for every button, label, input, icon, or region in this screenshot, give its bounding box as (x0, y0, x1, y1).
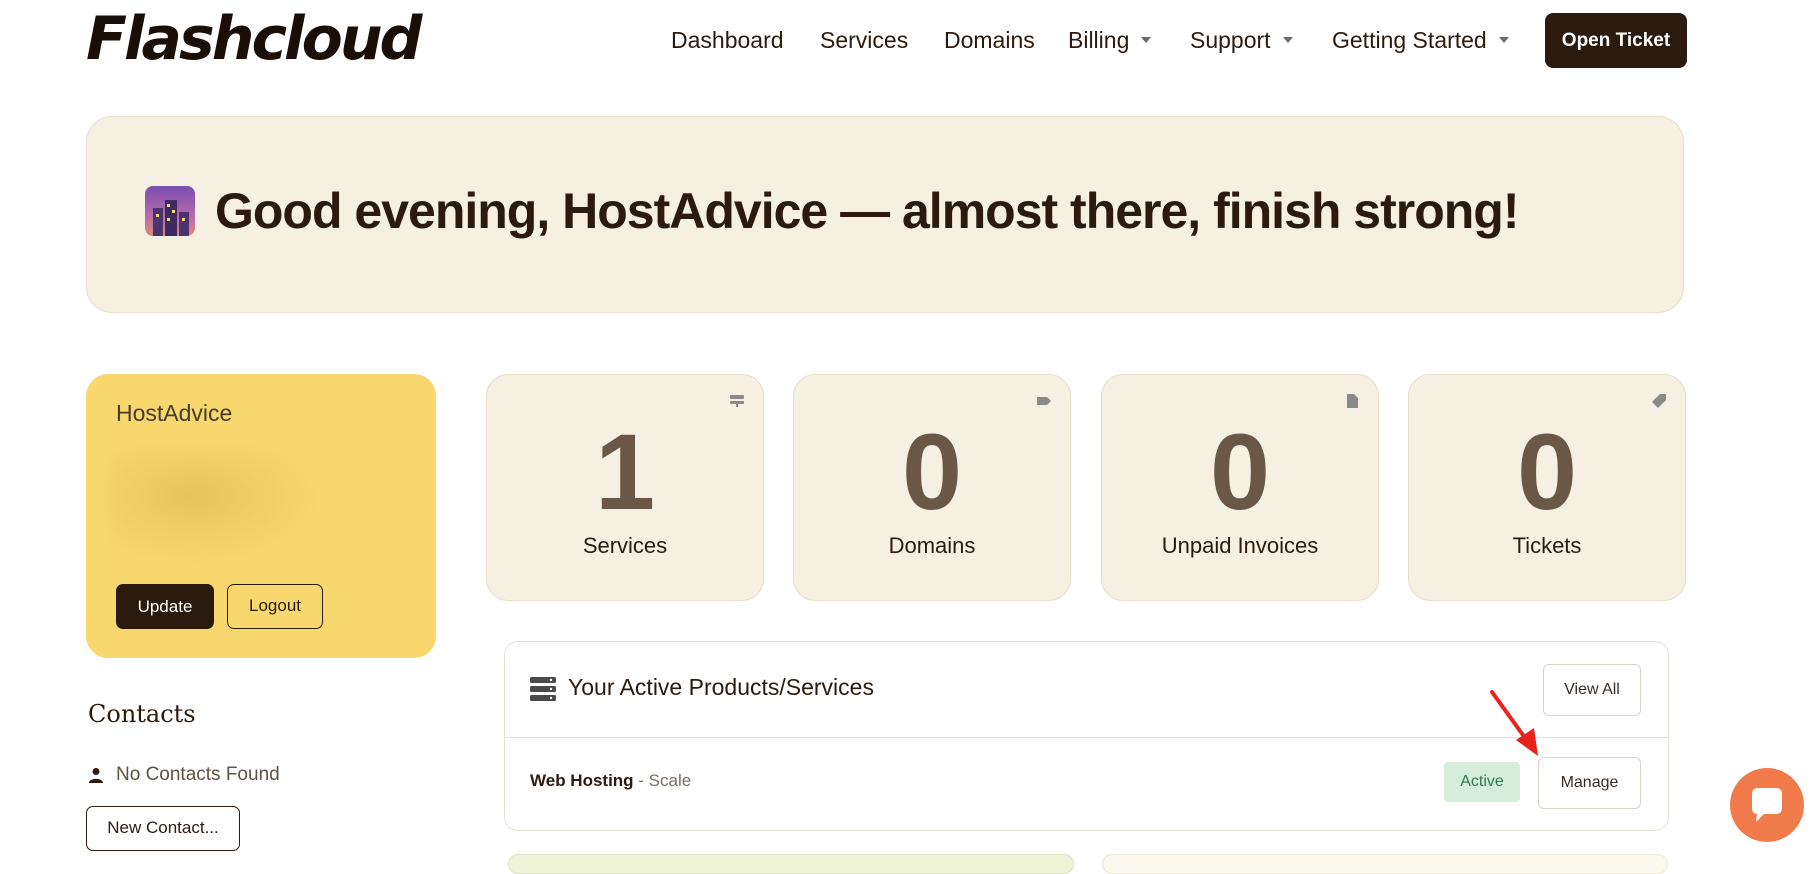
active-products-title: Your Active Products/Services (568, 674, 874, 700)
manage-button[interactable]: Manage (1538, 757, 1641, 809)
contacts-heading: Contacts (88, 700, 196, 728)
nav-getting-started-label: Getting Started (1332, 27, 1487, 53)
stat-label: Domains (888, 533, 976, 558)
nav-billing-label: Billing (1068, 27, 1130, 53)
redacted-address (110, 452, 320, 562)
nav-support-label: Support (1190, 27, 1271, 53)
chat-launcher-button[interactable] (1730, 768, 1804, 842)
greeting-title: Good evening, HostAdvice — almost there,… (215, 183, 1519, 239)
nav-domains[interactable]: Domains (944, 20, 1035, 60)
status-badge: Active (1444, 762, 1520, 802)
night-city-icon (145, 186, 195, 236)
no-contacts-text: No Contacts Found (116, 764, 280, 785)
open-ticket-button[interactable]: Open Ticket (1545, 13, 1687, 68)
nav-services-label: Services (820, 27, 909, 53)
nav-getting-started[interactable]: Getting Started (1332, 20, 1509, 60)
profile-name: HostAdvice (116, 400, 233, 426)
stat-label: Tickets (1512, 533, 1582, 558)
no-contacts-message: No Contacts Found (88, 764, 280, 786)
nav-billing[interactable]: Billing (1068, 20, 1152, 60)
nav-dashboard-label: Dashboard (671, 27, 784, 53)
nav-services[interactable]: Services (820, 20, 908, 60)
stat-value: 0 (1516, 411, 1578, 532)
new-contact-button[interactable]: New Contact... (86, 806, 240, 851)
chat-bubble-icon (1752, 788, 1782, 822)
update-button[interactable]: Update (116, 584, 214, 629)
nav-dashboard[interactable]: Dashboard (671, 20, 784, 60)
view-all-button[interactable]: View All (1543, 664, 1641, 716)
stat-card-domains[interactable]: 0 Domains (793, 374, 1071, 601)
stat-label: Unpaid Invoices (1161, 533, 1319, 558)
stat-card-unpaid-invoices[interactable]: 0 Unpaid Invoices (1101, 374, 1379, 601)
stat-value: 0 (901, 411, 963, 532)
lower-card-right (1102, 854, 1668, 874)
service-item: Web Hosting - Scale (530, 771, 691, 791)
stat-card-services[interactable]: 1 Services (486, 374, 764, 601)
lower-card-left (508, 854, 1074, 874)
nav-domains-label: Domains (944, 27, 1035, 53)
logout-button[interactable]: Logout (227, 584, 323, 629)
service-plan: - Scale (633, 771, 692, 790)
service-name: Web Hosting (530, 771, 634, 790)
nav-support[interactable]: Support (1190, 20, 1293, 60)
server-stack-icon (530, 677, 556, 701)
stat-label: Services (582, 533, 668, 558)
stat-card-tickets[interactable]: 0 Tickets (1408, 374, 1686, 601)
chevron-down-icon (1498, 36, 1509, 43)
chevron-down-icon (1282, 36, 1293, 43)
stat-value: 1 (594, 411, 656, 532)
annotation-arrow-icon (1490, 690, 1538, 756)
chevron-down-icon (1141, 36, 1152, 43)
person-icon (89, 768, 103, 783)
stat-value: 0 (1209, 411, 1271, 532)
main-nav: Dashboard Services Domains Billing Suppo… (0, 20, 1812, 60)
